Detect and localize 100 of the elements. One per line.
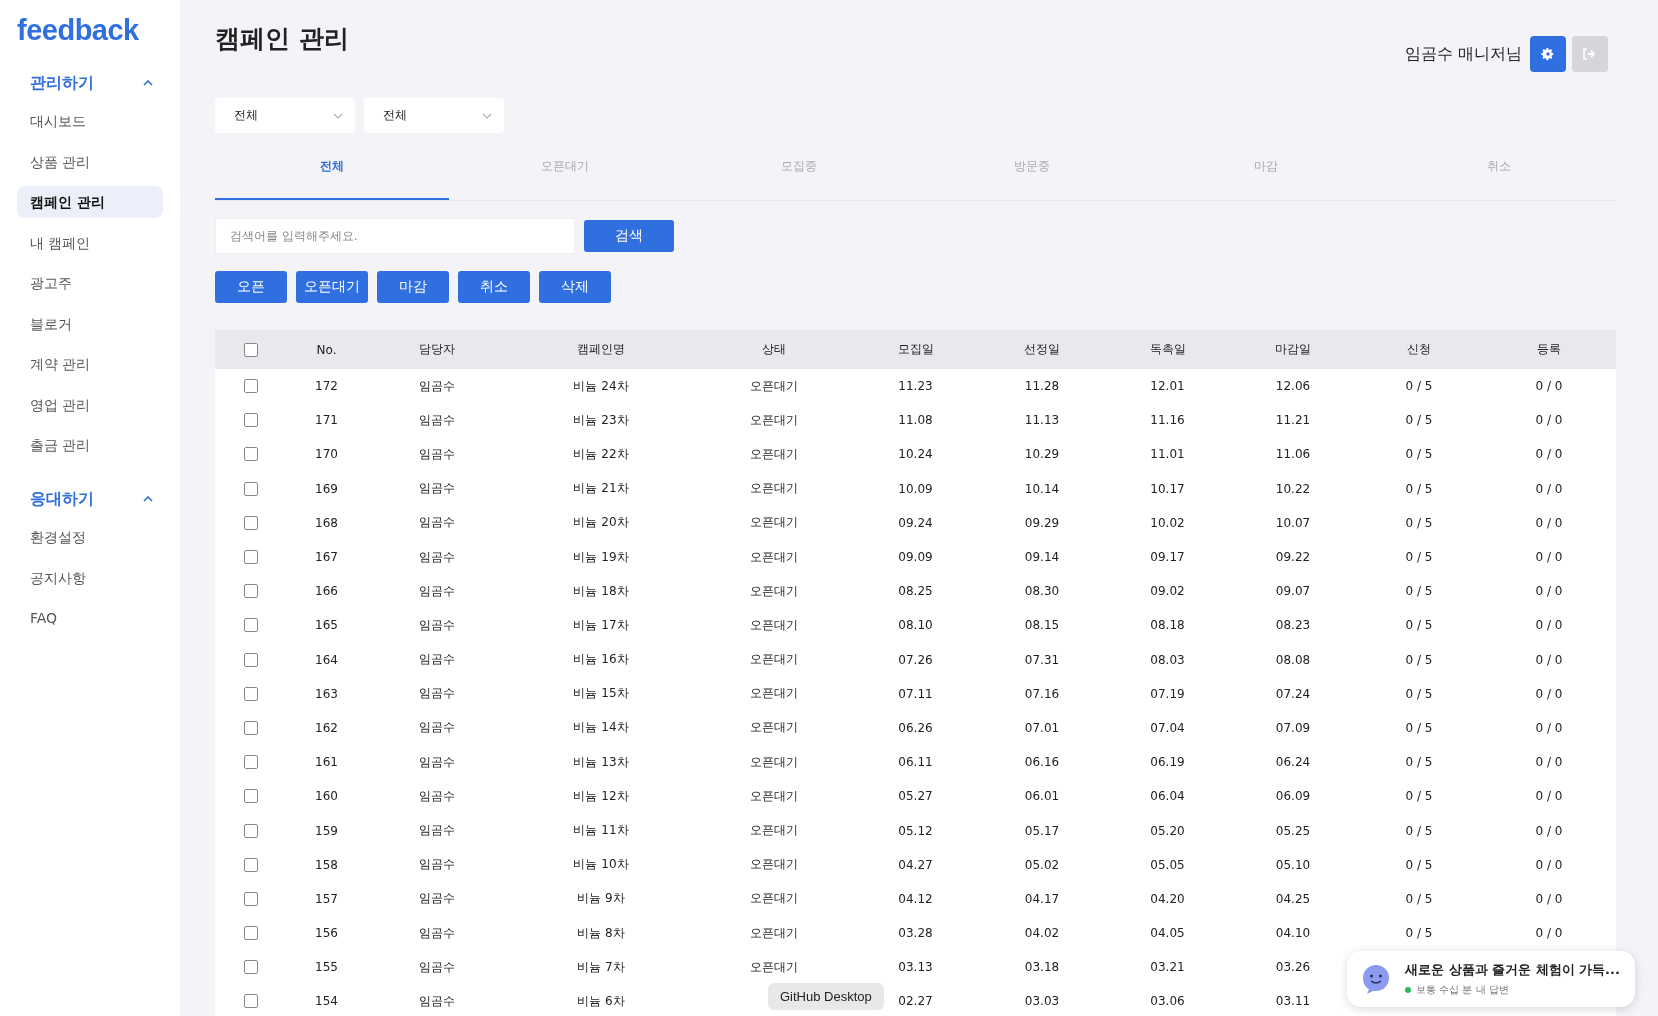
tooltip: GitHub Desktop [768,983,884,1010]
table-cell: 05.27 [898,789,933,804]
table-cell: 07.19 [1150,686,1185,701]
row-checkbox[interactable] [244,823,258,838]
action-button[interactable]: 오픈대기 [296,271,368,303]
table-cell: 02.27 [898,994,933,1009]
row-checkbox[interactable] [244,926,258,941]
table-cell: 비늄 17차 [573,617,629,632]
table-cell: 0 / 0 [1535,379,1563,394]
sidebar-item[interactable]: 환경설정 [17,521,163,553]
table-cell: 12.01 [1150,379,1185,394]
row-checkbox[interactable] [244,413,258,428]
status-tab[interactable]: 전체 [215,141,449,200]
sidebar-section-title[interactable]: 관리하기 [30,72,94,94]
row-checkbox[interactable] [244,891,258,906]
row-checkbox[interactable] [244,686,258,701]
caret-icon[interactable] [143,496,153,502]
sidebar-item[interactable]: 광고주 [17,267,163,299]
table-cell: 03.26 [1275,960,1311,975]
table-cell: 0 / 5 [1405,789,1433,804]
sidebar-item[interactable]: FAQ [17,602,163,634]
chat-message: 새로운 상품과 즐거운 체험이 가득... [1405,961,1620,979]
table-cell: 10.09 [898,481,933,496]
table-cell: 07.26 [898,652,933,667]
table-cell: 09.14 [1024,550,1060,565]
action-button[interactable]: 마감 [377,271,449,303]
row-checkbox[interactable] [244,379,258,394]
table-cell: 07.01 [1024,720,1060,735]
filter-dropdown[interactable]: 전체 [364,98,504,133]
table-cell: 임곰수 [418,412,455,427]
row-checkbox[interactable] [244,447,258,462]
table-cell: 10.17 [1150,481,1185,496]
row-checkbox[interactable] [244,515,258,530]
action-button[interactable]: 삭제 [539,271,611,303]
search-button[interactable]: 검색 [584,220,674,252]
table-cell: 10.22 [1275,481,1311,496]
table-cell: 09.02 [1150,584,1185,599]
table-cell: 임곰수 [418,617,455,632]
table-cell: 04.17 [1024,891,1060,906]
column-header: 담당자 [418,342,455,356]
table-cell: 비늄 12차 [573,788,629,803]
table-cell: 비늄 24차 [573,378,629,393]
table-cell: 155 [315,960,338,975]
table-cell: 10.14 [1024,481,1060,496]
row-checkbox[interactable] [244,720,258,735]
sidebar-item[interactable]: 캠페인 관리 [17,186,163,218]
sidebar-item[interactable]: 출금 관리 [17,429,163,461]
table-cell: 04.25 [1275,891,1311,906]
logout-icon [1583,48,1597,60]
action-button[interactable]: 취소 [458,271,530,303]
table-cell: 임곰수 [418,754,455,769]
sidebar-item[interactable]: 공지사항 [17,561,163,594]
row-checkbox[interactable] [244,960,258,975]
table-cell: 임곰수 [418,959,455,974]
table-cell: 04.12 [898,891,933,906]
chat-popup[interactable]: 새로운 상품과 즐거운 체험이 가득... 보통 수십 분 내 답변 [1347,951,1635,1007]
sidebar-item[interactable]: 계약 관리 [17,348,163,380]
row-checkbox[interactable] [244,481,258,496]
table-cell: 임곰수 [418,446,455,461]
select-all-checkbox[interactable] [244,342,258,357]
sidebar-item[interactable]: 대시보드 [17,105,163,137]
row-checkbox[interactable] [244,584,258,599]
table-cell: 04.05 [1150,926,1185,941]
table-cell: 비늄 22차 [573,446,629,461]
caret-icon[interactable] [143,80,153,86]
table-cell: 05.12 [898,823,933,838]
table-cell: 임곰수 [418,823,455,838]
row-checkbox[interactable] [244,857,258,872]
table-cell: 03.13 [898,960,933,975]
table-cell: 임곰수 [418,788,455,803]
table-cell: 07.31 [1024,652,1060,667]
table-cell: 임곰수 [418,720,455,735]
table-cell: 임곰수 [418,857,455,872]
search-field[interactable]: 검색어를 입력해주세요. [215,218,575,254]
row-checkbox[interactable] [244,652,258,667]
table-cell: 08.18 [1150,618,1185,633]
table-cell: 임곰수 [418,925,455,940]
table-cell: 165 [315,618,338,633]
filter-dropdown[interactable]: 전체 [215,98,355,133]
table-cell: 0 / 0 [1535,891,1563,906]
table-cell: 오픈대기 [749,617,798,632]
sidebar-item[interactable]: 영업 관리 [17,388,163,421]
table-cell: 164 [315,652,338,667]
table-cell: 0 / 0 [1535,481,1563,496]
settings-button[interactable] [1530,36,1566,72]
table-cell: 임곰수 [418,652,455,667]
sidebar-item[interactable]: 내 캠페인 [17,226,163,259]
table-cell: 0 / 5 [1405,891,1433,906]
table-cell: 0 / 5 [1405,823,1433,838]
row-checkbox[interactable] [244,789,258,804]
table-cell: 12.06 [1275,379,1311,394]
sidebar-section-title[interactable]: 응대하기 [30,488,94,510]
row-checkbox[interactable] [244,618,258,633]
row-checkbox[interactable] [244,550,258,565]
sidebar-item[interactable]: 상품 관리 [17,145,163,178]
action-button[interactable]: 오픈 [215,271,287,303]
sidebar-item[interactable]: 블로거 [17,307,163,340]
table-cell: 임곰수 [418,891,455,906]
row-checkbox[interactable] [244,755,258,770]
row-checkbox[interactable] [244,994,258,1009]
